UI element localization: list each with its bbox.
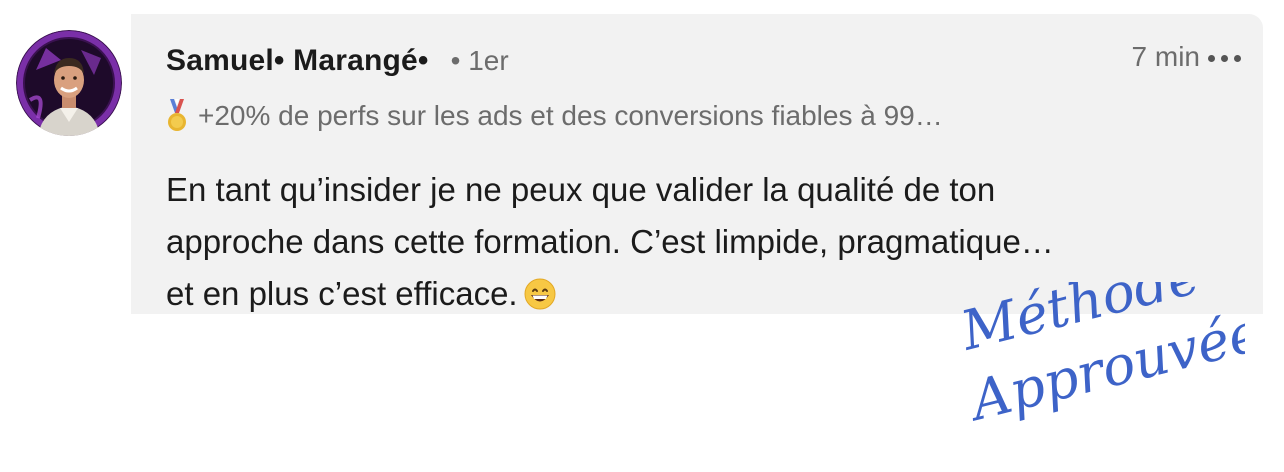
avatar[interactable] <box>16 30 122 136</box>
author-headline-row: +20% de perfs sur les ads et des convers… <box>166 99 943 133</box>
author-headline: +20% de perfs sur les ads et des convers… <box>198 100 943 131</box>
comment-line-text: et en plus c’est efficace. <box>166 275 518 312</box>
connection-degree: • 1er <box>450 45 509 76</box>
comment-line: En tant qu’insider je ne peux que valide… <box>166 171 996 208</box>
comment-screenshot: Samuel• Marangé• • 1er 7 min +20% de per… <box>0 0 1284 472</box>
handwritten-signature: Méthode Approuvée <box>955 282 1245 434</box>
more-dots-icon[interactable] <box>1208 55 1241 62</box>
comment-time: 7 min <box>1131 41 1200 72</box>
author-row: Samuel• Marangé• • 1er <box>166 44 509 78</box>
medal-icon <box>168 99 186 131</box>
comment-bubble: Samuel• Marangé• • 1er 7 min +20% de per… <box>131 14 1263 314</box>
grinning-face-emoji-icon <box>524 278 556 310</box>
profile-photo <box>16 30 122 136</box>
comment-line: approche dans cette formation. C’est lim… <box>166 223 1054 260</box>
author-name[interactable]: Samuel• Marangé• <box>166 44 429 78</box>
